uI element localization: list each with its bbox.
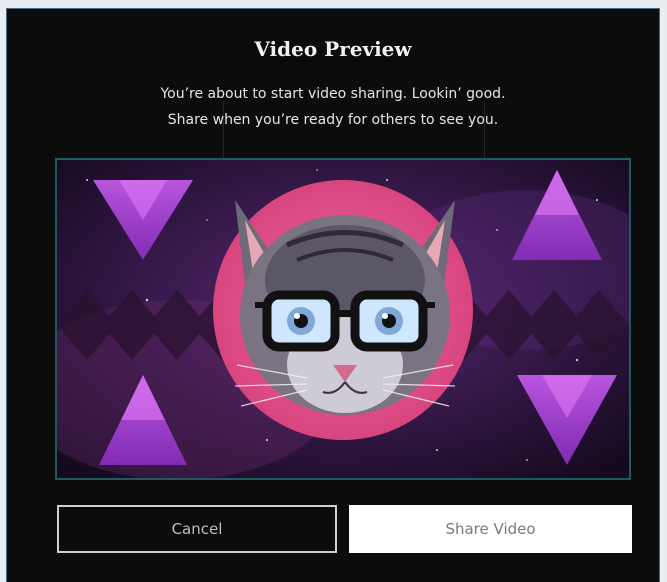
video-preview-dialog: Video Preview You’re about to start vide… [6, 8, 660, 582]
dialog-title: Video Preview [254, 37, 412, 61]
video-preview-frame [55, 158, 631, 480]
dialog-subtitle: You’re about to start video sharing. Loo… [7, 81, 659, 133]
video-preview-image [57, 160, 629, 478]
cancel-button[interactable]: Cancel [57, 505, 337, 553]
subtitle-line-1: You’re about to start video sharing. Loo… [160, 86, 506, 102]
subtitle-line-2: Share when you’re ready for others to se… [167, 112, 499, 128]
share-video-button[interactable]: Share Video [349, 505, 632, 553]
